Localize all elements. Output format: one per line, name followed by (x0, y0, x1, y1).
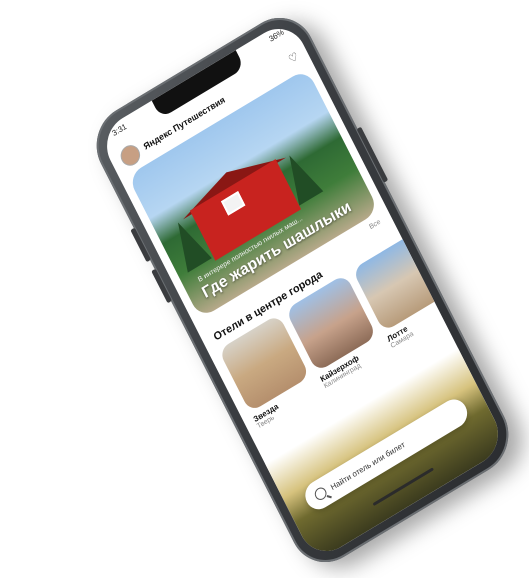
heart-icon[interactable]: ♡ (286, 49, 301, 66)
see-all-link[interactable]: Все (368, 219, 382, 231)
status-battery: 36% (267, 27, 286, 44)
avatar[interactable] (117, 141, 144, 170)
status-time: 3:31 (110, 121, 129, 138)
search-icon (312, 485, 329, 503)
phone-screen: 3:31 36% Яндекс Путешествия ♡ В интерере… (96, 17, 509, 563)
phone-device: 3:31 36% Яндекс Путешествия ♡ В интерере… (83, 3, 522, 577)
